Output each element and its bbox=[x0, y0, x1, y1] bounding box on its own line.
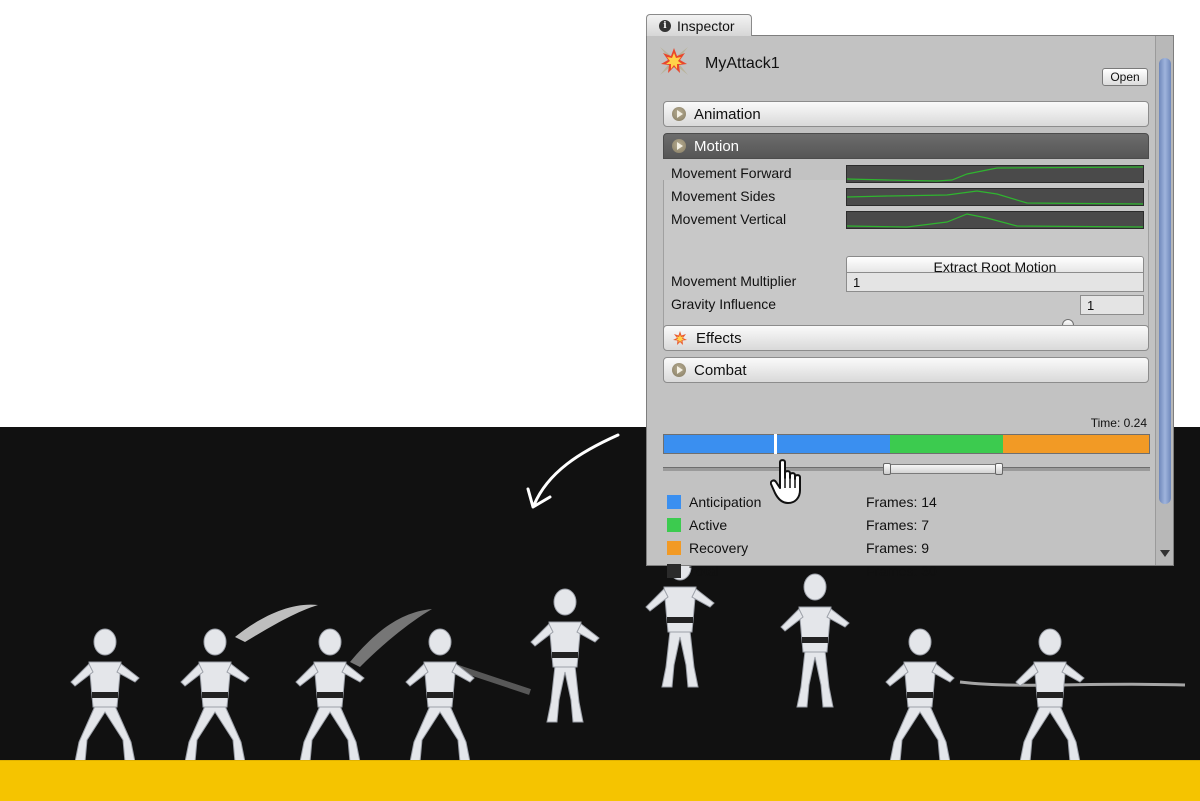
character-figure bbox=[1015, 628, 1085, 763]
effects-burst-icon bbox=[673, 331, 687, 345]
legend-row-active: Active Frames: 7 bbox=[667, 517, 1137, 535]
range-slider-start-handle[interactable] bbox=[883, 463, 892, 475]
scrollbar-thumb[interactable] bbox=[1159, 58, 1171, 504]
character-figure bbox=[780, 573, 850, 708]
range-slider-end-handle[interactable] bbox=[995, 463, 1004, 475]
range-slider-selection[interactable] bbox=[887, 464, 1000, 474]
tab-label: Inspector bbox=[677, 17, 735, 34]
movement-forward-curve[interactable] bbox=[846, 165, 1144, 183]
section-label: Combat bbox=[694, 361, 747, 379]
gravity-influence-label: Gravity Influence bbox=[671, 296, 777, 312]
tab-inspector[interactable]: i Inspector bbox=[646, 14, 752, 36]
movement-vertical-curve[interactable] bbox=[846, 211, 1144, 229]
pointer-arrow bbox=[532, 433, 620, 507]
asset-name: MyAttack1 bbox=[705, 55, 780, 72]
inspector-window: i Inspector MyAttack1 Open Animation Mot… bbox=[646, 14, 1174, 579]
character-figure bbox=[885, 628, 955, 763]
character-figure bbox=[180, 628, 250, 763]
legend-name: Anticipation bbox=[689, 494, 762, 510]
movement-sides-label: Movement Sides bbox=[671, 188, 776, 204]
legend-row-total: Total Frames: 30 bbox=[667, 563, 1137, 581]
section-animation[interactable]: Animation bbox=[663, 101, 1149, 127]
legend-frames: Frames: 9 bbox=[866, 540, 930, 556]
open-button[interactable]: Open bbox=[1102, 68, 1148, 86]
time-readout: Time: 0.24 bbox=[1090, 416, 1147, 430]
phase-timeline-bar[interactable] bbox=[663, 434, 1150, 454]
character-figure bbox=[530, 588, 600, 723]
info-icon: i bbox=[659, 19, 671, 32]
time-marker[interactable] bbox=[773, 434, 777, 454]
section-motion[interactable]: Motion bbox=[663, 133, 1149, 159]
section-label: Animation bbox=[694, 105, 761, 123]
legend-frames: Frames: 14 bbox=[866, 494, 937, 510]
section-effects[interactable]: Effects bbox=[663, 325, 1149, 351]
legend-frames: Frames: 7 bbox=[866, 517, 930, 533]
scrollbar[interactable] bbox=[1155, 36, 1173, 565]
legend-swatch bbox=[667, 495, 681, 509]
gravity-influence-field[interactable]: 1 bbox=[1080, 295, 1144, 315]
phase-segment-active bbox=[890, 435, 1004, 453]
section-combat[interactable]: Combat bbox=[663, 357, 1149, 383]
legend-swatch bbox=[667, 564, 681, 578]
character-figure bbox=[405, 628, 475, 763]
attack-asset-icon bbox=[660, 47, 688, 75]
section-label: Motion bbox=[694, 137, 740, 155]
foldout-play-icon bbox=[672, 107, 686, 121]
character-figure bbox=[70, 628, 140, 763]
movement-sides-curve[interactable] bbox=[846, 188, 1144, 206]
character-figure bbox=[295, 628, 365, 763]
phase-segment-anticipation bbox=[664, 435, 891, 453]
foldout-play-icon bbox=[672, 363, 686, 377]
phase-segment-recovery bbox=[1003, 435, 1149, 453]
foldout-play-icon bbox=[672, 139, 686, 153]
legend-name: Active bbox=[689, 517, 728, 533]
legend-frames: Frames: 30 bbox=[866, 563, 937, 579]
movement-vertical-label: Movement Vertical bbox=[671, 211, 787, 227]
movement-multiplier-field[interactable]: 1 bbox=[846, 272, 1144, 292]
section-label: Effects bbox=[696, 329, 742, 347]
legend-swatch bbox=[667, 541, 681, 555]
legend-row-recovery: Recovery Frames: 9 bbox=[667, 540, 1137, 558]
movement-multiplier-label: Movement Multiplier bbox=[671, 273, 797, 289]
movement-forward-label: Movement Forward bbox=[671, 165, 792, 181]
legend-name: Recovery bbox=[689, 540, 749, 556]
floor bbox=[0, 760, 1200, 801]
legend-name: Total bbox=[689, 563, 719, 579]
legend-swatch bbox=[667, 518, 681, 532]
inspector-panel: MyAttack1 Open Animation Motion Movement… bbox=[646, 35, 1174, 579]
legend-row-anticipation: Anticipation Frames: 14 bbox=[667, 494, 1137, 512]
scroll-down-arrow-icon[interactable] bbox=[1160, 550, 1170, 557]
